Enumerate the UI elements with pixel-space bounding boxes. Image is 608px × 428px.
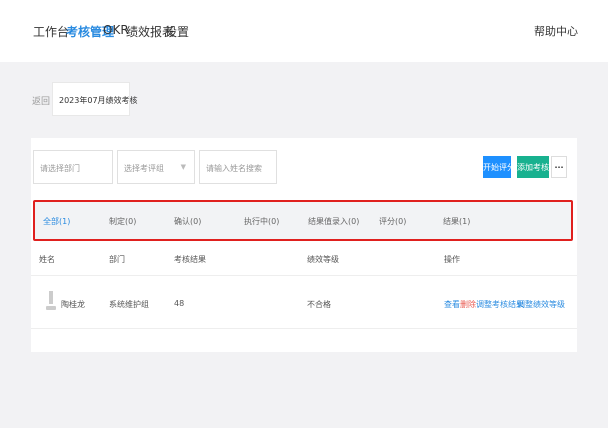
help-center-link[interactable]: 帮助中心 — [534, 23, 578, 39]
tab-result-entry[interactable]: 结果值录入(0) — [308, 216, 359, 227]
tab-scoring[interactable]: 评分(0) — [379, 216, 406, 227]
column-header-name: 姓名 — [39, 255, 55, 264]
tab-confirm[interactable]: 确认(0) — [174, 216, 201, 227]
chevron-down-icon: ▼ — [180, 163, 186, 171]
period-title-box: 2023年07月绩效考核 — [52, 82, 138, 116]
tab-in-progress[interactable]: 执行中(0) — [244, 216, 279, 227]
header-divider — [31, 275, 577, 276]
employee-department: 系统维护组 — [109, 300, 149, 309]
performance-grade: 不合格 — [307, 300, 331, 309]
add-assessee-button[interactable]: 添加考核人 — [517, 156, 557, 178]
tab-result[interactable]: 结果(1) — [443, 216, 470, 227]
column-header-actions: 操作 — [444, 255, 460, 264]
tab-draft[interactable]: 制定(0) — [109, 216, 136, 227]
tab-all[interactable]: 全部(1) — [43, 216, 70, 227]
period-title: 2023年07月绩效考核 — [59, 96, 138, 105]
employee-name: 陶桂龙 — [61, 300, 85, 309]
delete-link[interactable]: 删除 — [460, 299, 476, 310]
row-divider — [31, 328, 577, 329]
group-select-placeholder: 选择考评组 — [124, 164, 164, 173]
nav-item-workbench[interactable]: 工作台 — [33, 23, 69, 40]
column-header-result: 考核结果 — [174, 255, 206, 264]
nav-item-okr[interactable]: OKR — [103, 23, 129, 37]
department-select-placeholder: 请选择部门 — [40, 164, 80, 173]
name-search-input[interactable]: 请输入姓名搜索 — [199, 150, 277, 184]
column-header-department: 部门 — [109, 255, 125, 264]
view-link[interactable]: 查看 — [444, 299, 460, 310]
nav-item-settings[interactable]: 设置 — [165, 23, 189, 40]
status-tabs: 全部(1) 制定(0) 确认(0) 执行中(0) 结果值录入(0) 评分(0) … — [33, 200, 573, 241]
group-select[interactable]: 选择考评组 ▼ — [117, 150, 195, 184]
department-select[interactable]: 请选择部门 — [33, 150, 113, 184]
assessment-card: 请选择部门 选择考评组 ▼ 请输入姓名搜索 开始评分 添加考核人 ... 全部(… — [31, 138, 577, 352]
assessment-result: 48 — [174, 299, 185, 308]
column-header-grade: 绩效等级 — [307, 255, 339, 264]
top-navigation-bar: 工作台 考核管理 OKR 绩效报表 设置 帮助中心 — [0, 0, 608, 62]
adjust-grade-link[interactable]: 调整绩效等级 — [517, 299, 565, 310]
more-button[interactable]: ... — [551, 156, 567, 178]
avatar-icon — [46, 291, 56, 310]
name-search-placeholder: 请输入姓名搜索 — [206, 164, 262, 173]
start-scoring-button[interactable]: 开始评分 — [483, 156, 515, 178]
back-link[interactable]: 返回 — [32, 94, 50, 107]
